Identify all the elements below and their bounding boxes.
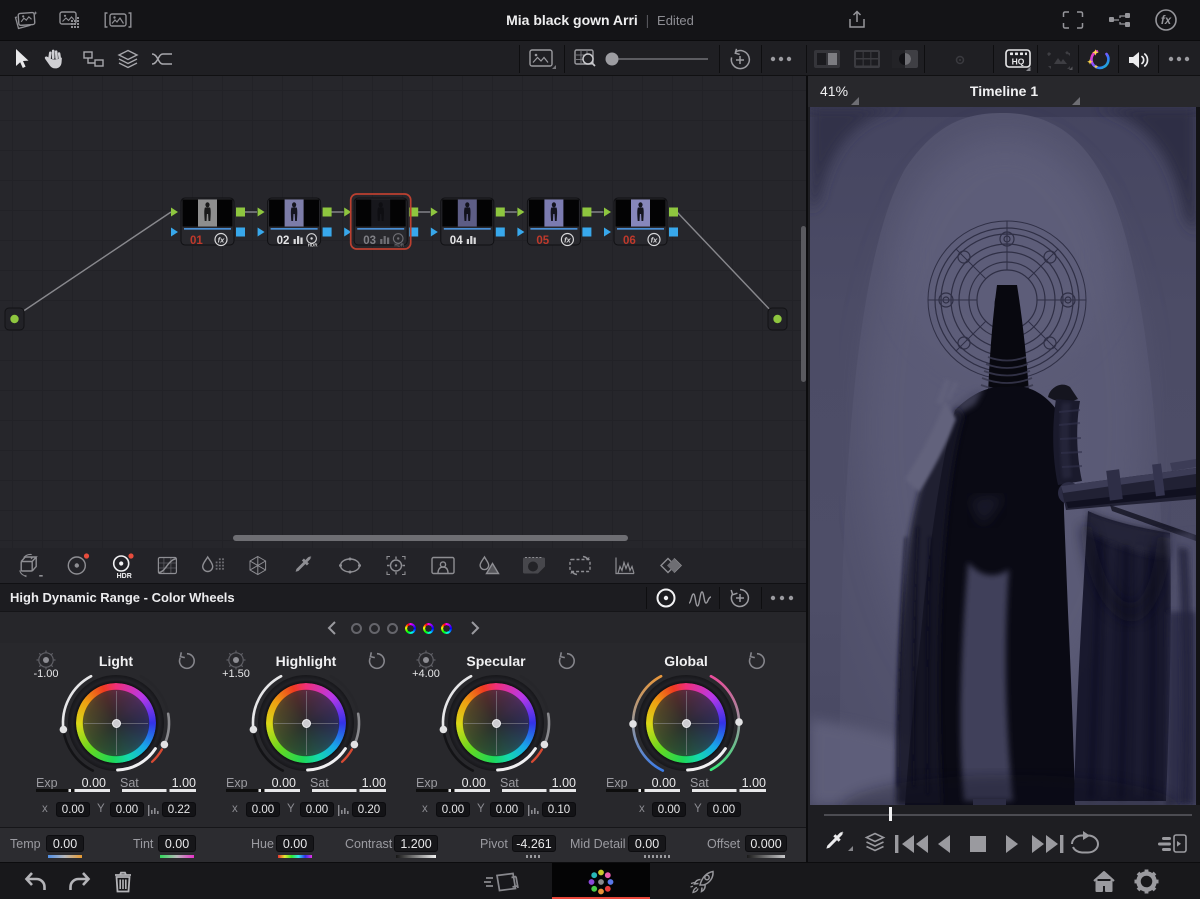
svg-text:HQ: HQ <box>1012 57 1025 67</box>
svg-text:HDR: HDR <box>308 243 318 248</box>
svg-text:fx: fx <box>651 236 658 245</box>
svg-text:HDR: HDR <box>394 243 404 248</box>
svg-text:04: 04 <box>450 235 463 247</box>
svg-text:01: 01 <box>190 235 203 247</box>
svg-text:06: 06 <box>623 235 636 247</box>
svg-text:05: 05 <box>536 235 549 247</box>
svg-text:fx: fx <box>564 236 571 245</box>
svg-text:HDR: HDR <box>117 573 132 580</box>
svg-text:02: 02 <box>277 235 290 247</box>
svg-text:fx: fx <box>1161 15 1172 27</box>
svg-text:fx: fx <box>218 236 225 245</box>
svg-text:03: 03 <box>363 235 376 247</box>
